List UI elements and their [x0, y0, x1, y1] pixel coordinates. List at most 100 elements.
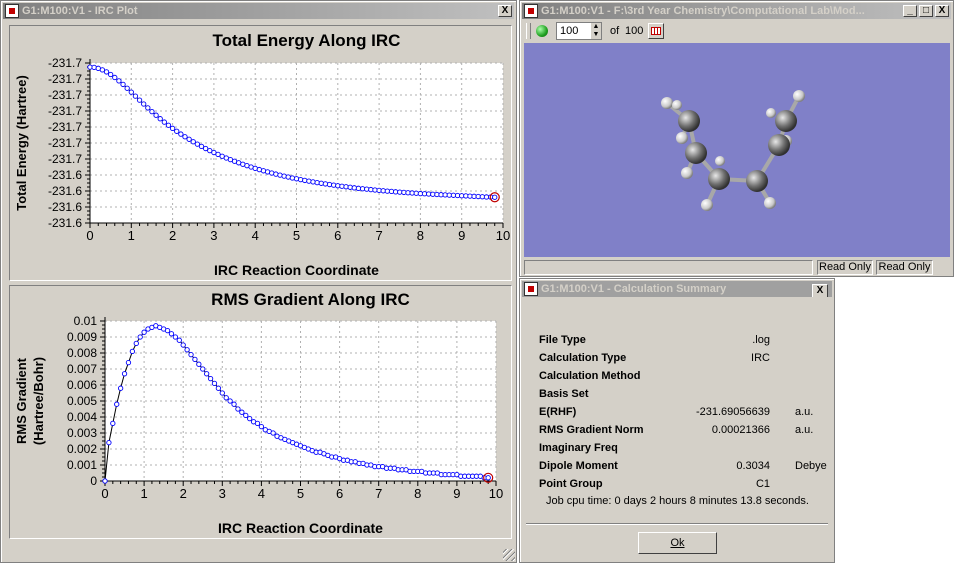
data-point [137, 334, 143, 340]
energy-chart-panel: 0 1 2 3 4 5 6 7 8 9 10 -231.6 -231.6 -231.6 -231.6 -231… [9, 25, 512, 281]
molecule-viewport[interactable] [524, 43, 950, 257]
data-point [168, 331, 175, 337]
y-tick-label: -231.6 [48, 216, 82, 230]
x-tick-label: 4 [252, 228, 259, 243]
y-axis-label: RMS Gradient (Hartree/Bohr) [14, 357, 46, 445]
data-point [182, 134, 188, 140]
y-tick-label: 0.004 [67, 410, 97, 424]
molecule-model [661, 90, 805, 211]
frame-spinner[interactable]: 100 ▲ ▼ [556, 22, 602, 40]
y-tick-label: 0.002 [67, 442, 97, 456]
data-point [114, 401, 120, 407]
data-point [184, 347, 190, 353]
y-axis-label-line1: RMS Gradient [14, 357, 29, 444]
frame-total: 100 [625, 25, 644, 37]
frame-select-button[interactable] [648, 23, 664, 39]
summary-row-label: Calculation Method [539, 370, 641, 382]
frame-value: 100 [560, 25, 579, 37]
x-tick-label: 9 [453, 486, 460, 501]
y-tick-label: 0.008 [67, 346, 97, 360]
data-point [258, 423, 265, 430]
summary-row-unit: a.u. [795, 406, 814, 418]
y-tick-label: -231.7 [48, 56, 82, 70]
x-tick-label: 10 [496, 228, 510, 243]
x-tick-label: 1 [140, 486, 147, 501]
data-point [223, 395, 229, 401]
spinner-down-icon[interactable]: ▼ [591, 31, 601, 39]
x-tick-label: 7 [375, 228, 382, 243]
data-point [164, 327, 171, 334]
data-point [235, 406, 241, 412]
x-tick-label: 3 [219, 486, 226, 501]
data-point [331, 182, 337, 188]
spinner-up-icon[interactable]: ▲ [591, 23, 601, 31]
x-tick-label: 3 [210, 228, 217, 243]
molecule-window: G1:M100:V1 - F:\3rd Year Chemistry\Compu… [519, 0, 954, 277]
data-point [128, 89, 134, 95]
x-tick-label: 6 [334, 228, 341, 243]
data-point [188, 351, 194, 358]
play-button[interactable] [534, 23, 550, 39]
ok-button[interactable]: Ok [638, 532, 717, 554]
close-icon[interactable]: X [498, 5, 512, 17]
chart-title: Total Energy Along IRC [213, 31, 401, 50]
data-point [194, 141, 201, 147]
status-pane-readonly-2: Read Only [876, 260, 933, 275]
summary-row-value: IRC [751, 352, 770, 364]
irc-plot-titlebar[interactable]: G1:M100:V1 - IRC Plot X [3, 3, 514, 19]
summary-row-label: Calculation Type [539, 352, 627, 364]
minimize-icon[interactable]: _ [903, 5, 917, 17]
data-point [211, 380, 218, 387]
y-tick-label: 0.003 [67, 426, 97, 440]
x-tick-label: 7 [375, 486, 382, 501]
data-point [254, 420, 261, 427]
y-axis-label: Total Energy (Hartree) [14, 75, 29, 211]
chart-title: RMS Gradient Along IRC [211, 290, 410, 309]
x-axis-label: IRC Reaction Coordinate [218, 520, 383, 536]
y-tick-label: -231.6 [48, 184, 82, 198]
data-point [174, 128, 180, 134]
data-point [322, 181, 329, 187]
cpu-time: Job cpu time: 0 days 2 hours 8 minutes 1… [546, 495, 809, 507]
data-point [318, 180, 324, 186]
resize-grip-icon[interactable] [503, 549, 515, 561]
window-title: G1:M100:V1 - F:\3rd Year Chemistry\Compu… [541, 5, 865, 17]
data-point [116, 78, 122, 84]
data-point [306, 178, 312, 184]
data-point [129, 348, 136, 355]
data-point [141, 101, 147, 107]
data-point [120, 81, 126, 88]
x-tick-label: 0 [86, 228, 93, 243]
table-icon [651, 27, 661, 35]
y-axis-label-line2: (Hartree/Bohr) [31, 357, 46, 445]
x-tick-label: 2 [180, 486, 187, 501]
data-point [117, 385, 124, 391]
y-tick-label: 0 [90, 474, 97, 488]
data-point [314, 179, 320, 186]
molecule-titlebar[interactable]: G1:M100:V1 - F:\3rd Year Chemistry\Compu… [522, 3, 951, 19]
data-point [207, 375, 214, 382]
data-point [270, 430, 276, 436]
y-tick-label: 0.009 [67, 330, 97, 344]
data-point [485, 475, 491, 481]
data-point [112, 74, 118, 81]
close-icon[interactable]: X [935, 5, 949, 17]
gradient-chart-panel: 0 1 2 3 4 5 6 7 8 9 10 0 0.001 0.002 0.003 0.004 0.005 0.… [9, 285, 512, 539]
data-point [165, 122, 172, 128]
maximize-icon[interactable]: □ [919, 5, 933, 17]
data-point [145, 105, 151, 111]
gradient-chart: 0 1 2 3 4 5 6 7 8 9 10 0 0.001 0.002 0.003 0.004 0.005 0.… [14, 290, 503, 536]
summary-row-value: .log [752, 334, 770, 346]
data-point [157, 116, 163, 122]
x-axis-label: IRC Reaction Coordinate [214, 262, 379, 278]
app-icon [5, 4, 19, 18]
data-point [110, 420, 116, 427]
summary-row-label: Basis Set [539, 388, 589, 400]
summary-row-unit: a.u. [795, 424, 814, 436]
data-point [180, 342, 186, 348]
y-tick-label: -231.7 [48, 88, 82, 102]
data-point [310, 179, 316, 185]
summary-row-unit: Debye [795, 460, 827, 472]
summary-row-value: C1 [755, 478, 770, 490]
data-point [243, 412, 249, 419]
